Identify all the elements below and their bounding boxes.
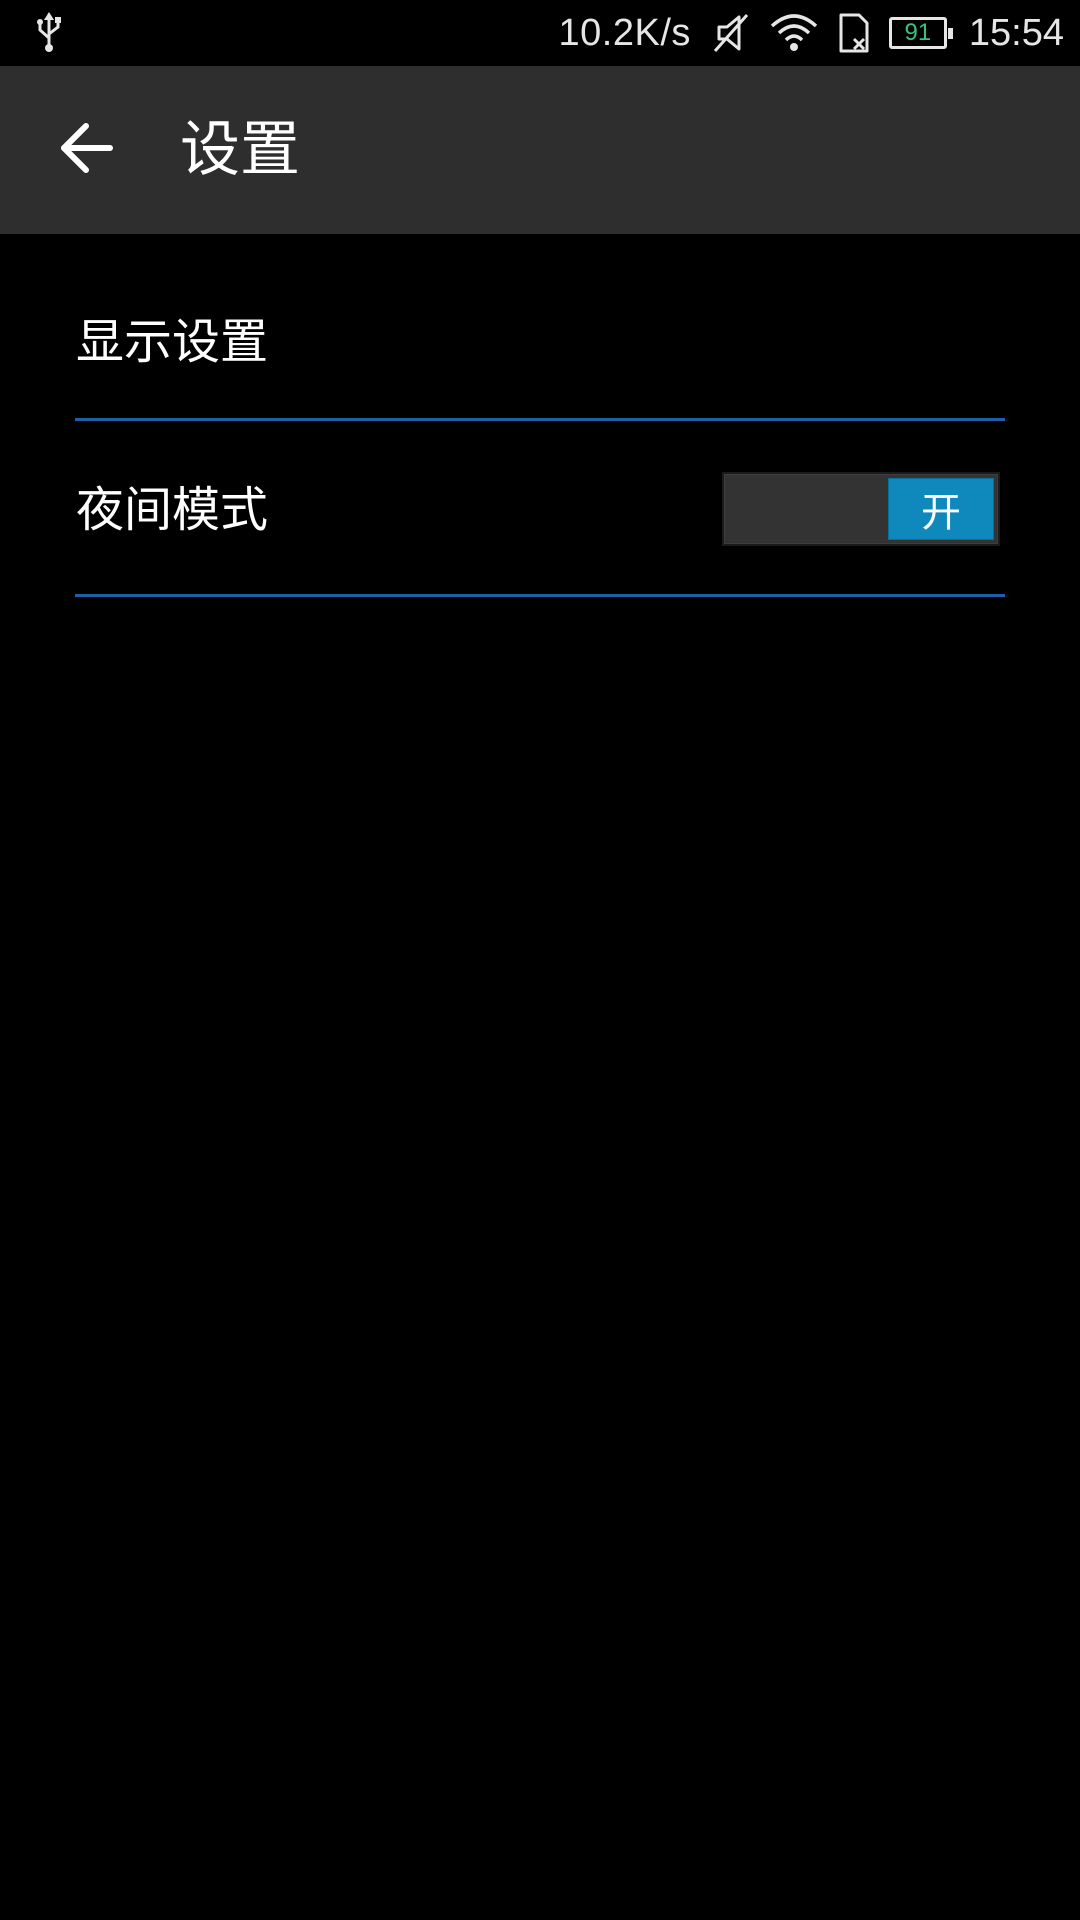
- network-speed: 10.2K/s: [558, 11, 691, 54]
- display-settings-label: 显示设置: [76, 314, 269, 370]
- back-arrow-icon: [61, 123, 113, 173]
- page-title: 设置: [180, 115, 300, 185]
- night-mode-label: 夜间模式: [76, 482, 269, 538]
- status-bar: 10.2K/s 91 15:54: [0, 0, 1080, 66]
- usb-icon: [37, 12, 61, 52]
- night-mode-toggle[interactable]: 开: [722, 472, 1000, 546]
- toggle-thumb: 开: [888, 478, 994, 540]
- wifi-icon: [770, 14, 818, 51]
- status-right: 10.2K/s 91 15:54: [559, 0, 1064, 66]
- action-bar: 设置: [0, 66, 1080, 234]
- clock: 15:54: [968, 11, 1064, 54]
- divider: [75, 594, 1005, 597]
- battery-level: 91: [904, 19, 932, 46]
- battery-icon: 91: [888, 17, 953, 49]
- no-sim-icon: [839, 13, 869, 53]
- toggle-on-label: 开: [921, 490, 961, 536]
- divider: [75, 418, 1005, 421]
- mute-icon: [713, 14, 749, 52]
- back-button[interactable]: [48, 110, 124, 186]
